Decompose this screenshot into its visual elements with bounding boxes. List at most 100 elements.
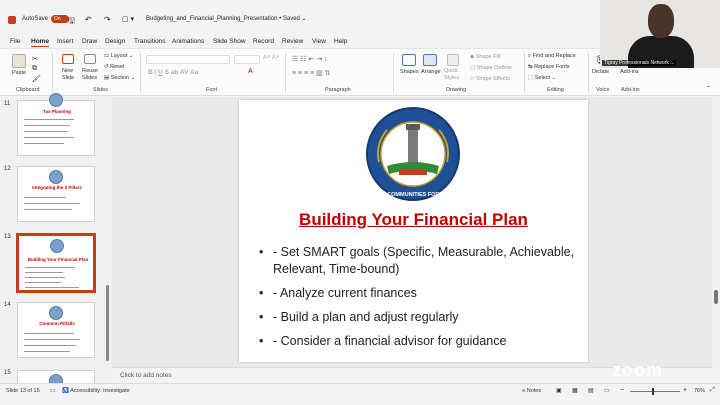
file-title-text: Budgeting_and_Financial_Planning_Present… xyxy=(146,15,278,22)
slide-thumbnail[interactable]: Integrating the 3 Pillars xyxy=(17,166,95,222)
replace-fonts-button[interactable]: ↹ Replace Fonts xyxy=(528,64,570,70)
font-name-dropdown[interactable] xyxy=(146,55,230,64)
shape-outline-label: Shape Outline xyxy=(476,65,512,71)
slide-thumbnail[interactable]: Common Pitfalls xyxy=(17,302,95,358)
collapse-ribbon-icon[interactable]: ⌃ xyxy=(706,85,711,92)
new-slide-icon xyxy=(62,54,74,64)
format-painter-icon[interactable]: 🖌 xyxy=(32,75,41,83)
tab-design[interactable]: Design xyxy=(105,38,125,45)
bullet-list[interactable]: - Set SMART goals (Specific, Measurable,… xyxy=(257,244,577,357)
slide-thumbnail-selected[interactable]: Building Your Financial Plan xyxy=(16,233,96,293)
add-ins-button[interactable]: Add-ins xyxy=(620,69,639,75)
reset-button[interactable]: ↺ Reset xyxy=(104,64,125,70)
customize-qat-icon[interactable]: ▢ ▾ xyxy=(122,15,134,23)
dictate-button[interactable]: Dictate xyxy=(592,69,609,75)
divider xyxy=(140,53,141,93)
accessibility-status[interactable]: ♿ Accessibility: Investigate xyxy=(62,388,130,394)
save-icon[interactable]: 🖫 xyxy=(68,15,75,29)
zoom-slider[interactable] xyxy=(630,388,680,395)
tab-transitions[interactable]: Transitions xyxy=(134,38,166,45)
thumbnail-line xyxy=(24,125,70,126)
copy-icon[interactable]: ⧉ xyxy=(32,65,37,73)
tab-record[interactable]: Record xyxy=(253,38,274,45)
group-font: Font xyxy=(206,87,218,93)
clipboard-icon xyxy=(12,54,26,68)
shapes-icon xyxy=(402,54,416,66)
shape-effects-button[interactable]: ◇ Shape Effects xyxy=(470,76,510,82)
thumbnail-title: Tax Planning xyxy=(43,109,71,114)
cut-icon[interactable]: ✂ xyxy=(32,55,38,63)
align-icons[interactable]: ≡ ≡ ≡ ≡ ▥ ⇅ xyxy=(292,69,331,77)
font-color-icon[interactable]: A xyxy=(248,68,253,75)
paste-button[interactable]: Paste xyxy=(12,70,26,76)
slide-count: Slide 13 of 15 xyxy=(6,388,40,394)
shape-fill-button[interactable]: ◆ Shape Fill xyxy=(470,54,500,60)
autosave-toggle[interactable]: On xyxy=(51,15,70,23)
font-format-icons[interactable]: B I U S ab AV Aa xyxy=(148,69,198,76)
editor-scroll-thumb[interactable] xyxy=(714,290,718,304)
thumbnails-scrollbar[interactable] xyxy=(106,285,109,361)
thumbnail-line xyxy=(24,339,80,340)
slide-thumbnail[interactable] xyxy=(17,370,95,388)
zoom-level[interactable]: 76% xyxy=(694,388,705,394)
tab-file[interactable]: File xyxy=(10,38,20,45)
zoom-slider-thumb[interactable] xyxy=(652,388,654,395)
tab-draw[interactable]: Draw xyxy=(82,38,97,45)
new-slide-button[interactable]: New Slide xyxy=(62,68,80,82)
font-size-dropdown[interactable] xyxy=(234,55,260,64)
section-button[interactable]: ▤ Section ⌄ xyxy=(104,75,135,81)
tab-insert[interactable]: Insert xyxy=(57,38,73,45)
normal-view-icon[interactable]: ▣ xyxy=(556,387,562,394)
undo-icon[interactable]: ↶ xyxy=(85,15,92,24)
zoom-out-icon[interactable]: − xyxy=(620,387,624,394)
autosave-label: AutoSave xyxy=(22,16,49,22)
thumbnail-line xyxy=(24,143,64,144)
thumbnail-line xyxy=(24,137,74,138)
thumbnail-line xyxy=(24,333,74,334)
thumbnail-line xyxy=(24,131,68,132)
tab-slide-show[interactable]: Slide Show xyxy=(213,38,246,45)
reading-view-icon[interactable]: ▤ xyxy=(588,387,594,394)
ribbon-tabs: File Home Insert Draw Design Transitions… xyxy=(0,36,600,48)
divider xyxy=(588,53,589,93)
find-replace-button[interactable]: ⌕ Find and Replace xyxy=(528,53,576,60)
thumbnail-line xyxy=(24,119,74,120)
thumbnail-line xyxy=(25,287,79,288)
fit-to-window-icon[interactable]: ⤢ xyxy=(710,387,715,394)
tab-animations[interactable]: Animations xyxy=(172,38,204,45)
reuse-slides-icon xyxy=(84,54,96,64)
arrange-button[interactable]: Arrange xyxy=(421,69,441,75)
list-icons[interactable]: ☰ ☷ ⇤ ⇥ ↕ xyxy=(292,55,328,63)
thumbnail-title: Common Pitfalls xyxy=(39,321,75,326)
replace-fonts-label: Replace Fonts xyxy=(534,64,570,70)
tab-help[interactable]: Help xyxy=(334,38,347,45)
saved-status: • Saved xyxy=(279,15,300,22)
select-button[interactable]: ⬚ Select ⌄ xyxy=(528,75,556,81)
quick-styles-button[interactable]: Quick Styles xyxy=(444,68,462,82)
spellcheck-icon[interactable]: ▭ xyxy=(50,387,56,394)
notes-button[interactable]: ≡ Notes xyxy=(522,388,541,394)
slide-number: 12 xyxy=(4,166,11,172)
tab-review[interactable]: Review xyxy=(282,38,303,45)
current-slide[interactable]: TIGRAY COMMUNITIES FORUM N.A. Building Y… xyxy=(239,100,588,362)
slide-title[interactable]: Building Your Financial Plan xyxy=(239,210,588,230)
autosave[interactable]: AutoSave On xyxy=(22,15,70,23)
group-editing: Editing xyxy=(547,87,564,93)
arrange-icon xyxy=(423,54,437,66)
reuse-slides-button[interactable]: Reuse Slides xyxy=(82,68,102,82)
shapes-button[interactable]: Shapes xyxy=(400,69,419,75)
font-grow-shrink-icons[interactable]: A˄ A˅ xyxy=(263,55,279,61)
shape-outline-button[interactable]: ▢ Shape Outline xyxy=(470,65,512,71)
slide-sorter-icon[interactable]: ▦ xyxy=(572,387,578,394)
slide-thumbnail[interactable]: Tax Planning xyxy=(17,93,95,156)
tab-home[interactable]: Home xyxy=(31,38,50,47)
slideshow-icon[interactable]: ▭ xyxy=(604,387,610,394)
file-title[interactable]: Budgeting_and_Financial_Planning_Present… xyxy=(146,15,307,23)
layout-button[interactable]: ▭ Layout ⌄ xyxy=(104,53,133,59)
slide-thumbnails-panel: 11 Tax Planning 12 Integrating the 3 Pil… xyxy=(0,93,112,388)
zoom-in-icon[interactable]: + xyxy=(683,387,687,394)
editor-scroll-track[interactable] xyxy=(712,97,720,367)
redo-icon[interactable]: ↷ xyxy=(104,15,111,24)
thumbnail-title: Integrating the 3 Pillars xyxy=(32,185,82,190)
tab-view[interactable]: View xyxy=(312,38,326,45)
